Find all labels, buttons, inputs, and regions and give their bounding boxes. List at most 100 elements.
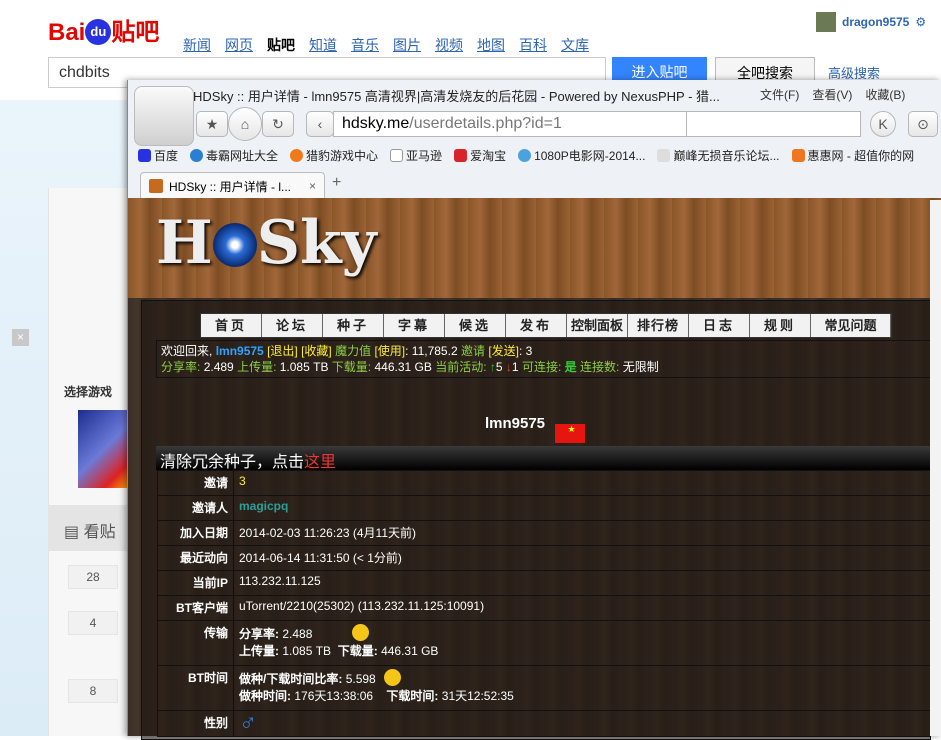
bookmark-huihui[interactable]: 惠惠网 - 超值你的网 bbox=[791, 147, 914, 164]
send-invite-link[interactable]: [发送] bbox=[488, 344, 519, 358]
profile-title: lmn9575 ★ bbox=[128, 415, 941, 443]
cheetah-browser-logo[interactable] bbox=[134, 86, 194, 146]
nav-rules[interactable]: 规则 bbox=[750, 314, 811, 337]
home-icon[interactable]: ⌂ bbox=[228, 107, 262, 141]
invite-label: 邀请 bbox=[460, 344, 485, 358]
table-row: 性别 ♂ bbox=[157, 710, 931, 737]
nav-topten[interactable]: 排行榜 bbox=[628, 314, 689, 337]
bookmark-1080p[interactable]: 1080P电影网-2014... bbox=[518, 147, 645, 164]
laughing-smiley-icon bbox=[383, 669, 401, 686]
nav-news[interactable]: 新闻 bbox=[183, 35, 211, 55]
nav-wenku[interactable]: 文库 bbox=[561, 35, 589, 55]
favorites-link[interactable]: [收藏] bbox=[301, 344, 332, 358]
nav-subtitles[interactable]: 字幕 bbox=[384, 314, 445, 337]
nav-torrents[interactable]: 种子 bbox=[323, 314, 384, 337]
window-title: HDSky :: 用户详情 - lmn9575 高清视界|高清发烧友的后花园 -… bbox=[193, 89, 720, 104]
user-menu[interactable]: dragon9575 ⚙ bbox=[816, 12, 926, 32]
bookmark-baidu[interactable]: 百度 bbox=[138, 147, 178, 164]
bookmark-amazon[interactable]: 亚马逊 bbox=[390, 147, 442, 164]
hdsky-logo[interactable]: H Sky bbox=[156, 208, 376, 278]
star-icon[interactable]: ★ bbox=[196, 111, 228, 137]
download-label: 下载量: bbox=[337, 644, 378, 658]
nav-home[interactable]: 首页 bbox=[201, 314, 262, 337]
use-bonus-link[interactable]: [使用] bbox=[374, 344, 405, 358]
smiley-icon bbox=[352, 624, 370, 641]
nav-music[interactable]: 音乐 bbox=[351, 35, 379, 55]
bookmark-duba[interactable]: 毒霸网址大全 bbox=[190, 147, 278, 164]
table-row: BT客户端 uTorrent/2210(25302) (113.232.11.12… bbox=[157, 595, 931, 621]
row-label: 最近动向 bbox=[157, 545, 234, 571]
tab-kantie[interactable]: ▤ 看贴 bbox=[48, 505, 130, 551]
inviter-link[interactable]: magicpq bbox=[239, 499, 288, 513]
upload-value: 1.085 TB bbox=[282, 644, 332, 658]
nav-web[interactable]: 网页 bbox=[225, 35, 253, 55]
row-label: 加入日期 bbox=[157, 520, 234, 546]
bookmark-liebao-games[interactable]: 猎豹游戏中心 bbox=[290, 147, 378, 164]
back-icon[interactable]: ‹ bbox=[306, 111, 334, 137]
logout-link[interactable]: [退出] bbox=[267, 344, 298, 358]
seeding-count[interactable]: 5 bbox=[496, 360, 503, 374]
menu-favorites[interactable]: 收藏(B) bbox=[865, 86, 905, 103]
nav-control-panel[interactable]: 控制面板 bbox=[567, 314, 628, 337]
last-action: 2014-06-14 11:31:50 (< 1分前) bbox=[233, 545, 931, 571]
join-date: 2014-02-03 11:26:23 (4月11天前) bbox=[233, 520, 931, 546]
bookmark-music-forum[interactable]: 巅峰无损音乐论坛... bbox=[657, 147, 780, 164]
nav-offers[interactable]: 候选 bbox=[445, 314, 506, 337]
bookmarks-bar: 百度 毒霸网址大全 猎豹游戏中心 亚马逊 爱淘宝 1080P电影网-2014..… bbox=[138, 147, 914, 164]
nav-log[interactable]: 日志 bbox=[689, 314, 750, 337]
browser-search-input[interactable] bbox=[686, 111, 861, 137]
table-row: 最近动向 2014-06-14 11:31:50 (< 1分前) bbox=[157, 545, 931, 571]
bookmark-aitaobao[interactable]: 爱淘宝 bbox=[454, 147, 506, 164]
download-time-value: 31天12:52:35 bbox=[441, 689, 514, 703]
nav-upload[interactable]: 发布 bbox=[506, 314, 567, 337]
invite-count: : 3 bbox=[519, 344, 533, 358]
connections-label: 连接数: bbox=[580, 360, 620, 374]
row-label: BT时间 bbox=[157, 665, 234, 711]
menu-file[interactable]: 文件(F) bbox=[760, 86, 799, 103]
menu-view[interactable]: 查看(V) bbox=[812, 86, 852, 103]
k-extension-icon[interactable]: K bbox=[870, 111, 896, 137]
upload-label: 上传量: bbox=[239, 644, 279, 658]
baidu-tieba-logo[interactable]: Bai du 贴吧 bbox=[48, 12, 159, 47]
bt-client: uTorrent/2210(25302) (113.232.11.125:100… bbox=[233, 595, 931, 621]
reply-count: 8 bbox=[68, 679, 118, 703]
table-row: 邀请人 magicpq bbox=[157, 495, 931, 521]
user-details-table: 邀请 3 邀请人 magicpq 加入日期 2014-02-03 11:26:23 (… bbox=[157, 470, 931, 737]
nav-images[interactable]: 图片 bbox=[393, 35, 421, 55]
lock-icon[interactable]: ⊙ bbox=[908, 111, 938, 137]
nav-map[interactable]: 地图 bbox=[477, 35, 505, 55]
connectable-value: 是 bbox=[564, 360, 577, 374]
close-icon[interactable]: × bbox=[12, 329, 29, 346]
upload-label: 上传量: bbox=[237, 360, 277, 374]
row-label: 传输 bbox=[157, 620, 234, 666]
tab-title: HDSky :: 用户详情 - l... bbox=[169, 179, 292, 194]
active-label: 当前活动: bbox=[435, 360, 487, 374]
connectable-label: 可连接: bbox=[521, 360, 562, 374]
nav-faq[interactable]: 常见问题 bbox=[811, 314, 891, 337]
refresh-icon[interactable]: ↻ bbox=[262, 111, 294, 137]
nav-tieba[interactable]: 贴吧 bbox=[267, 35, 295, 55]
hdsky-favicon bbox=[149, 179, 163, 193]
cleanup-link[interactable]: 这里 bbox=[304, 454, 336, 471]
invite-value: 3 bbox=[233, 470, 931, 496]
gear-icon[interactable]: ⚙ bbox=[915, 15, 926, 29]
close-tab-icon[interactable]: × bbox=[309, 179, 316, 193]
nav-zhidao[interactable]: 知道 bbox=[309, 35, 337, 55]
row-label: BT客户端 bbox=[157, 595, 234, 621]
upload-value: 1.085 TB bbox=[279, 360, 329, 374]
nav-forum[interactable]: 论坛 bbox=[262, 314, 323, 337]
address-bar[interactable]: hdsky.me/userdetails.php?id=1 bbox=[333, 111, 688, 137]
tab-hdsky[interactable]: HDSky :: 用户详情 - l... × bbox=[140, 172, 325, 199]
current-ip: 113.232.11.125 bbox=[233, 570, 931, 596]
url-host: hdsky.me bbox=[342, 115, 410, 132]
username-link[interactable]: lmn9575 bbox=[216, 344, 264, 358]
leeching-count[interactable]: 1 bbox=[512, 360, 519, 374]
profile-username: lmn9575 bbox=[484, 415, 546, 432]
game-thumbnail[interactable] bbox=[78, 410, 130, 488]
seed-time-value: 176天13:38:06 bbox=[294, 689, 374, 703]
bonus-label: 魔力值 bbox=[335, 344, 372, 358]
site-nav: 首页 论坛 种子 字幕 候选 发布 控制面板 排行榜 日志 规则 常见问题 bbox=[200, 313, 892, 338]
nav-video[interactable]: 视频 bbox=[435, 35, 463, 55]
new-tab-button[interactable]: + bbox=[332, 174, 341, 192]
nav-baike[interactable]: 百科 bbox=[519, 35, 547, 55]
